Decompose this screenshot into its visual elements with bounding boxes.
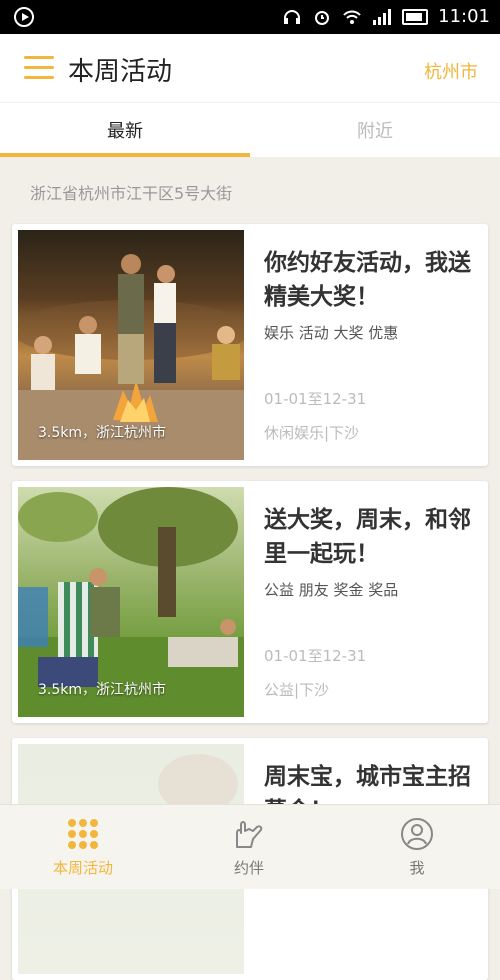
bottom-tab-bar: 本周活动 约伴 我 [0, 804, 500, 889]
tab-nearby[interactable]: 附近 [250, 117, 500, 143]
headphones-icon [282, 8, 302, 26]
activity-category: 休闲娱乐|下沙 [264, 424, 360, 442]
page-title: 本周活动 [68, 57, 173, 87]
tab-strip: 最新 附近 [0, 102, 500, 157]
menu-icon[interactable] [24, 56, 54, 80]
activity-category: 公益|下沙 [264, 681, 330, 699]
activity-image: 3.5km，浙江杭州市 [18, 487, 244, 717]
activity-keywords: 公益 朋友 奖金 奖品 [264, 581, 399, 599]
wifi-icon [342, 8, 362, 26]
hand-icon [229, 817, 269, 857]
tab-bar-item-activity[interactable]: 本周活动 [0, 805, 166, 889]
activity-card[interactable]: 3.5km，浙江杭州市 你约好友活动，我送精美大奖！ 娱乐 活动 大奖 优惠 0… [12, 224, 488, 466]
activity-image: 3.5km，浙江杭州市 [18, 230, 244, 460]
image-distance-tag: 3.5km，浙江杭州市 [38, 425, 167, 441]
activity-title: 送大奖，周末，和邻里一起玩！ [264, 507, 471, 567]
tab-bar-label: 我 [409, 859, 425, 877]
tab-indicator [0, 153, 250, 157]
activity-title: 你约好友活动，我送精美大奖！ [264, 250, 471, 310]
activity-date: 01-01至12-31 [264, 647, 367, 665]
play-icon [14, 7, 34, 27]
activity-keywords: 娱乐 活动 大奖 优惠 [264, 324, 399, 342]
alarm-icon [312, 8, 332, 26]
current-location: 浙江省杭州市江干区5号大街 [30, 184, 233, 203]
activity-date: 01-01至12-31 [264, 390, 367, 408]
tab-bar-item-partner[interactable]: 约伴 [166, 805, 332, 889]
status-time: 11:01 [438, 6, 490, 27]
signal-icon [372, 8, 392, 26]
status-indicators: 11:01 [282, 6, 490, 27]
status-bar: 11:01 [0, 0, 500, 34]
tab-latest[interactable]: 最新 [0, 117, 250, 143]
app-header: 本周活动 杭州市 [0, 34, 500, 102]
user-icon [400, 817, 434, 855]
tab-bar-label: 本周活动 [52, 859, 113, 877]
activity-card[interactable]: 3.5km，浙江杭州市 送大奖，周末，和邻里一起玩！ 公益 朋友 奖金 奖品 0… [12, 481, 488, 723]
image-distance-tag: 3.5km，浙江杭州市 [38, 682, 167, 698]
battery-icon [402, 8, 429, 25]
tab-bar-label: 约伴 [233, 859, 264, 877]
city-selector-button[interactable]: 杭州市 [424, 58, 478, 84]
tab-bar-item-me[interactable]: 我 [334, 805, 500, 889]
dots-grid-icon [66, 817, 100, 855]
